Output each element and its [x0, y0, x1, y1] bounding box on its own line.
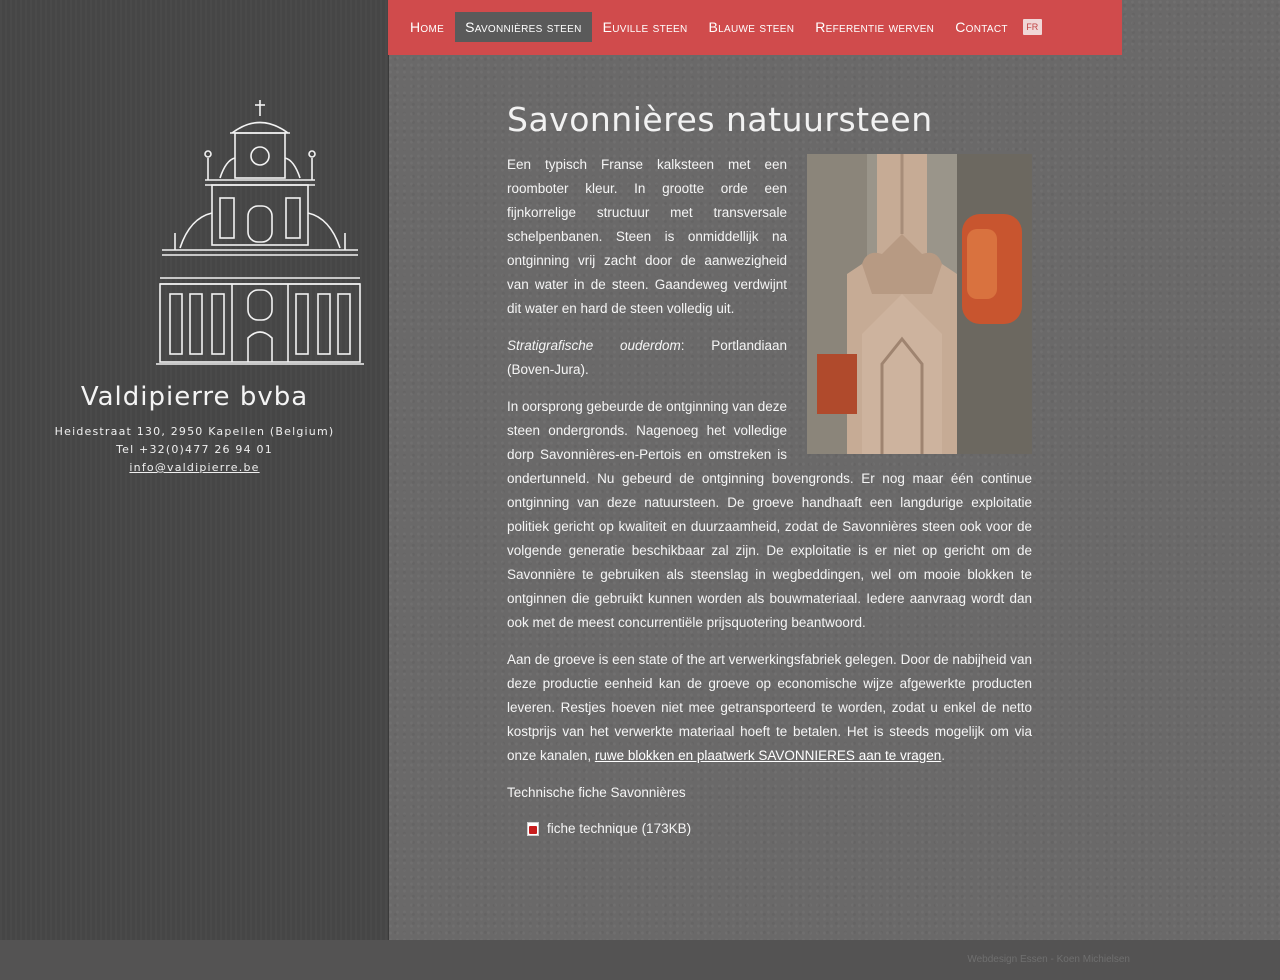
nav-item-savonnieres-steen[interactable]: Savonnières steen — [455, 12, 592, 42]
stone-sculpture-image — [807, 154, 1032, 454]
tech-sheet-label: Technische fiche Savonnières — [507, 785, 686, 800]
factory-paragraph: Aan de groeve is een state of the art ve… — [507, 648, 1032, 768]
nav-item-euville-steen[interactable]: Euville steen — [593, 12, 698, 42]
sidebar: Valdipierre bvba Heidestraat 130, 2950 K… — [0, 0, 389, 940]
pdf-icon — [527, 821, 539, 836]
stone-sculpture-photo — [807, 154, 1032, 454]
request-blocks-link[interactable]: ruwe blokken en plaatwerk SAVONNIERES aa… — [595, 748, 941, 763]
main-content: Savonnières natuursteen Een typisch Fran… — [507, 100, 1032, 836]
factory-text: Aan de groeve is een state of the art ve… — [507, 652, 1032, 763]
factory-text-end: . — [941, 748, 946, 763]
stratigraphy-label: Stratigrafische ouderdom — [507, 338, 681, 353]
company-email-link[interactable]: info@valdipierre.be — [129, 461, 259, 474]
company-address: Heidestraat 130, 2950 Kapellen (Belgium) — [54, 425, 335, 438]
company-phone: Tel +32(0)477 26 94 01 — [116, 443, 273, 456]
tech-sheet-filename[interactable]: fiche technique (173KB) — [547, 821, 691, 836]
main-nav: Home Savonnières steen Euville steen Bla… — [388, 0, 1122, 55]
footer: Webdesign Essen - Koen Michielsen — [0, 940, 1280, 980]
nav-item-referentie-werven[interactable]: Referentie werven — [805, 12, 944, 42]
nav-item-home[interactable]: Home — [400, 12, 454, 42]
language-switch-fr[interactable]: FR — [1022, 19, 1042, 35]
company-email-row: info@valdipierre.be — [0, 461, 389, 474]
page-title: Savonnières natuursteen — [507, 100, 933, 139]
footer-credit[interactable]: Webdesign Essen - Koen Michielsen — [967, 954, 1130, 965]
church-facade-logo — [156, 100, 364, 365]
nav-item-contact[interactable]: Contact — [945, 12, 1018, 42]
tech-sheet-download[interactable]: fiche technique (173KB) — [527, 821, 1032, 836]
nav-item-blauwe-steen[interactable]: Blauwe steen — [699, 12, 805, 42]
company-name: Valdipierre bvba — [80, 382, 309, 412]
